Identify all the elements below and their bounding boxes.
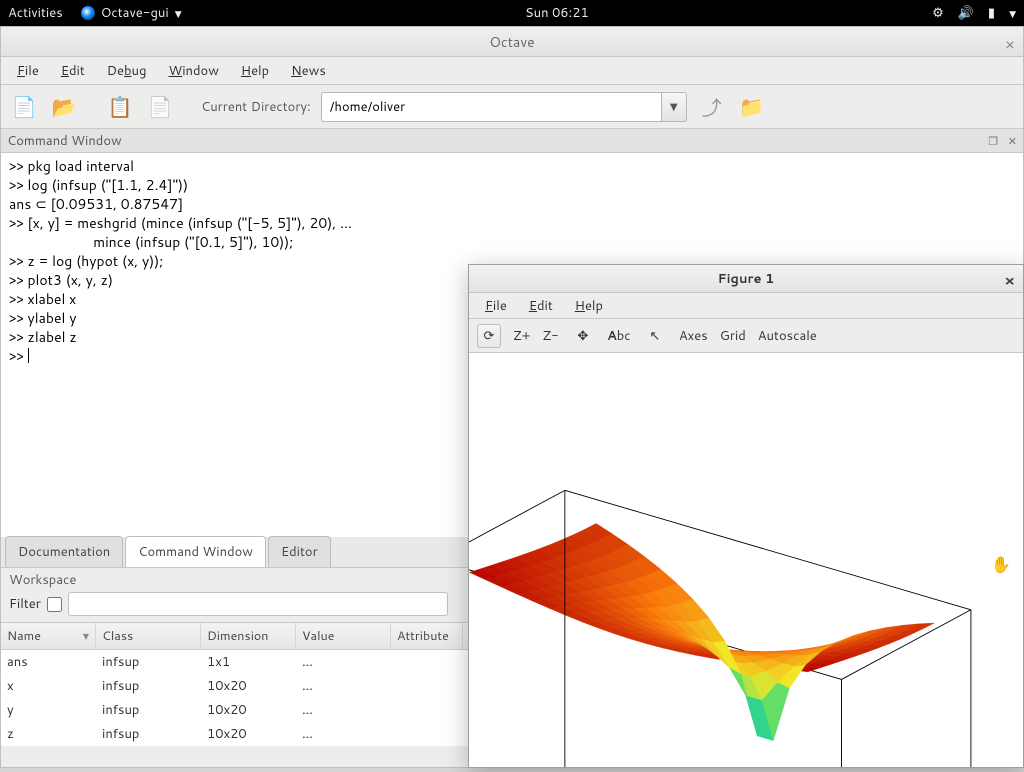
figure-window: Figure 1 × File Edit Help ⟳ Z+ Z- ✥ Abc … [468, 264, 1024, 768]
pan-icon[interactable]: ✥ [571, 324, 595, 348]
hand-cursor-icon: ✋ [991, 553, 1011, 576]
figure-menu-edit[interactable]: Edit [519, 294, 563, 318]
new-file-icon[interactable] [9, 92, 39, 122]
menu-debug[interactable]: Debug [97, 58, 157, 84]
tab-documentation[interactable]: Documentation [5, 536, 123, 567]
menu-edit[interactable]: Edit [51, 58, 95, 84]
figure-title: Figure 1 [718, 270, 775, 288]
axes-button[interactable]: Axes [679, 327, 708, 345]
figure-menubar: File Edit Help [469, 293, 1023, 319]
zoom-in-button[interactable]: Z+ [513, 327, 531, 345]
pointer-icon[interactable]: ↖ [643, 324, 667, 348]
col-name[interactable]: Name▼ [1, 623, 96, 649]
filter-input[interactable] [68, 592, 448, 616]
app-menu[interactable]: Octave-gui ▼ [81, 4, 182, 22]
zoom-out-button[interactable]: Z- [543, 327, 559, 345]
figure-menu-help[interactable]: Help [565, 294, 613, 318]
bottom-tabs: Documentation Command Window Editor [1, 537, 333, 567]
text-icon[interactable]: Abc [607, 324, 631, 348]
volume-icon[interactable]: 🔊 [958, 4, 974, 22]
current-dir-label: Current Directory: [201, 98, 311, 116]
current-dir-dropdown[interactable]: ▼ [661, 92, 687, 122]
chevron-down-icon: ▼ [175, 7, 182, 20]
figure-menu-file[interactable]: File [475, 294, 517, 318]
autoscale-button[interactable]: Autoscale [758, 327, 817, 345]
main-menubar: File Edit Debug Window Help News [1, 57, 1023, 85]
col-attribute[interactable]: Attribute [391, 623, 463, 649]
close-icon[interactable]: × [1005, 33, 1015, 56]
tab-command-window[interactable]: Command Window [125, 536, 266, 567]
paste-icon[interactable] [145, 92, 175, 122]
figure-close-icon[interactable]: × [1004, 270, 1015, 291]
figure-toolbar: ⟳ Z+ Z- ✥ Abc ↖ Axes Grid Autoscale [469, 319, 1023, 353]
parent-dir-icon[interactable] [697, 92, 727, 122]
current-dir-input[interactable] [321, 92, 661, 122]
pane-close-icon[interactable]: ✕ [1008, 133, 1017, 149]
rotate-icon[interactable]: ⟳ [477, 324, 501, 348]
clock[interactable]: Sun 06:21 [182, 4, 932, 22]
command-window-title: Command Window [7, 132, 122, 150]
col-class[interactable]: Class [96, 623, 201, 649]
menu-news[interactable]: News [281, 58, 336, 84]
copy-icon[interactable] [105, 92, 135, 122]
menu-help[interactable]: Help [231, 58, 279, 84]
col-value[interactable]: Value [296, 623, 391, 649]
menu-file[interactable]: File [7, 58, 49, 84]
col-dimension[interactable]: Dimension [201, 623, 296, 649]
main-toolbar: Current Directory: ▼ [1, 85, 1023, 129]
gnome-topbar: Activities Octave-gui ▼ Sun 06:21 ⚙ 🔊 ▮ … [0, 0, 1024, 26]
menu-window[interactable]: Window [158, 58, 228, 84]
filter-checkbox[interactable] [47, 597, 62, 612]
window-titlebar: Octave × [1, 27, 1023, 57]
filter-label: Filter [9, 595, 41, 613]
activities-button[interactable]: Activities [8, 4, 63, 22]
window-title: Octave [489, 32, 534, 52]
pane-undock-icon[interactable]: ❐ [988, 133, 998, 149]
battery-icon[interactable]: ▮ [988, 4, 995, 22]
grid-button[interactable]: Grid [720, 327, 746, 345]
open-folder-icon[interactable] [49, 92, 79, 122]
system-menu-chevron-icon[interactable]: ▼ [1009, 7, 1016, 20]
octave-icon [81, 6, 95, 20]
figure-titlebar[interactable]: Figure 1 × [469, 265, 1023, 293]
tab-editor[interactable]: Editor [268, 536, 331, 567]
figure-plot-area[interactable]: ✋ -3-2-1012-6-4-20246012345xyz [469, 353, 1023, 767]
network-icon[interactable]: ⚙ [932, 4, 944, 22]
browse-folder-icon[interactable] [737, 92, 767, 122]
